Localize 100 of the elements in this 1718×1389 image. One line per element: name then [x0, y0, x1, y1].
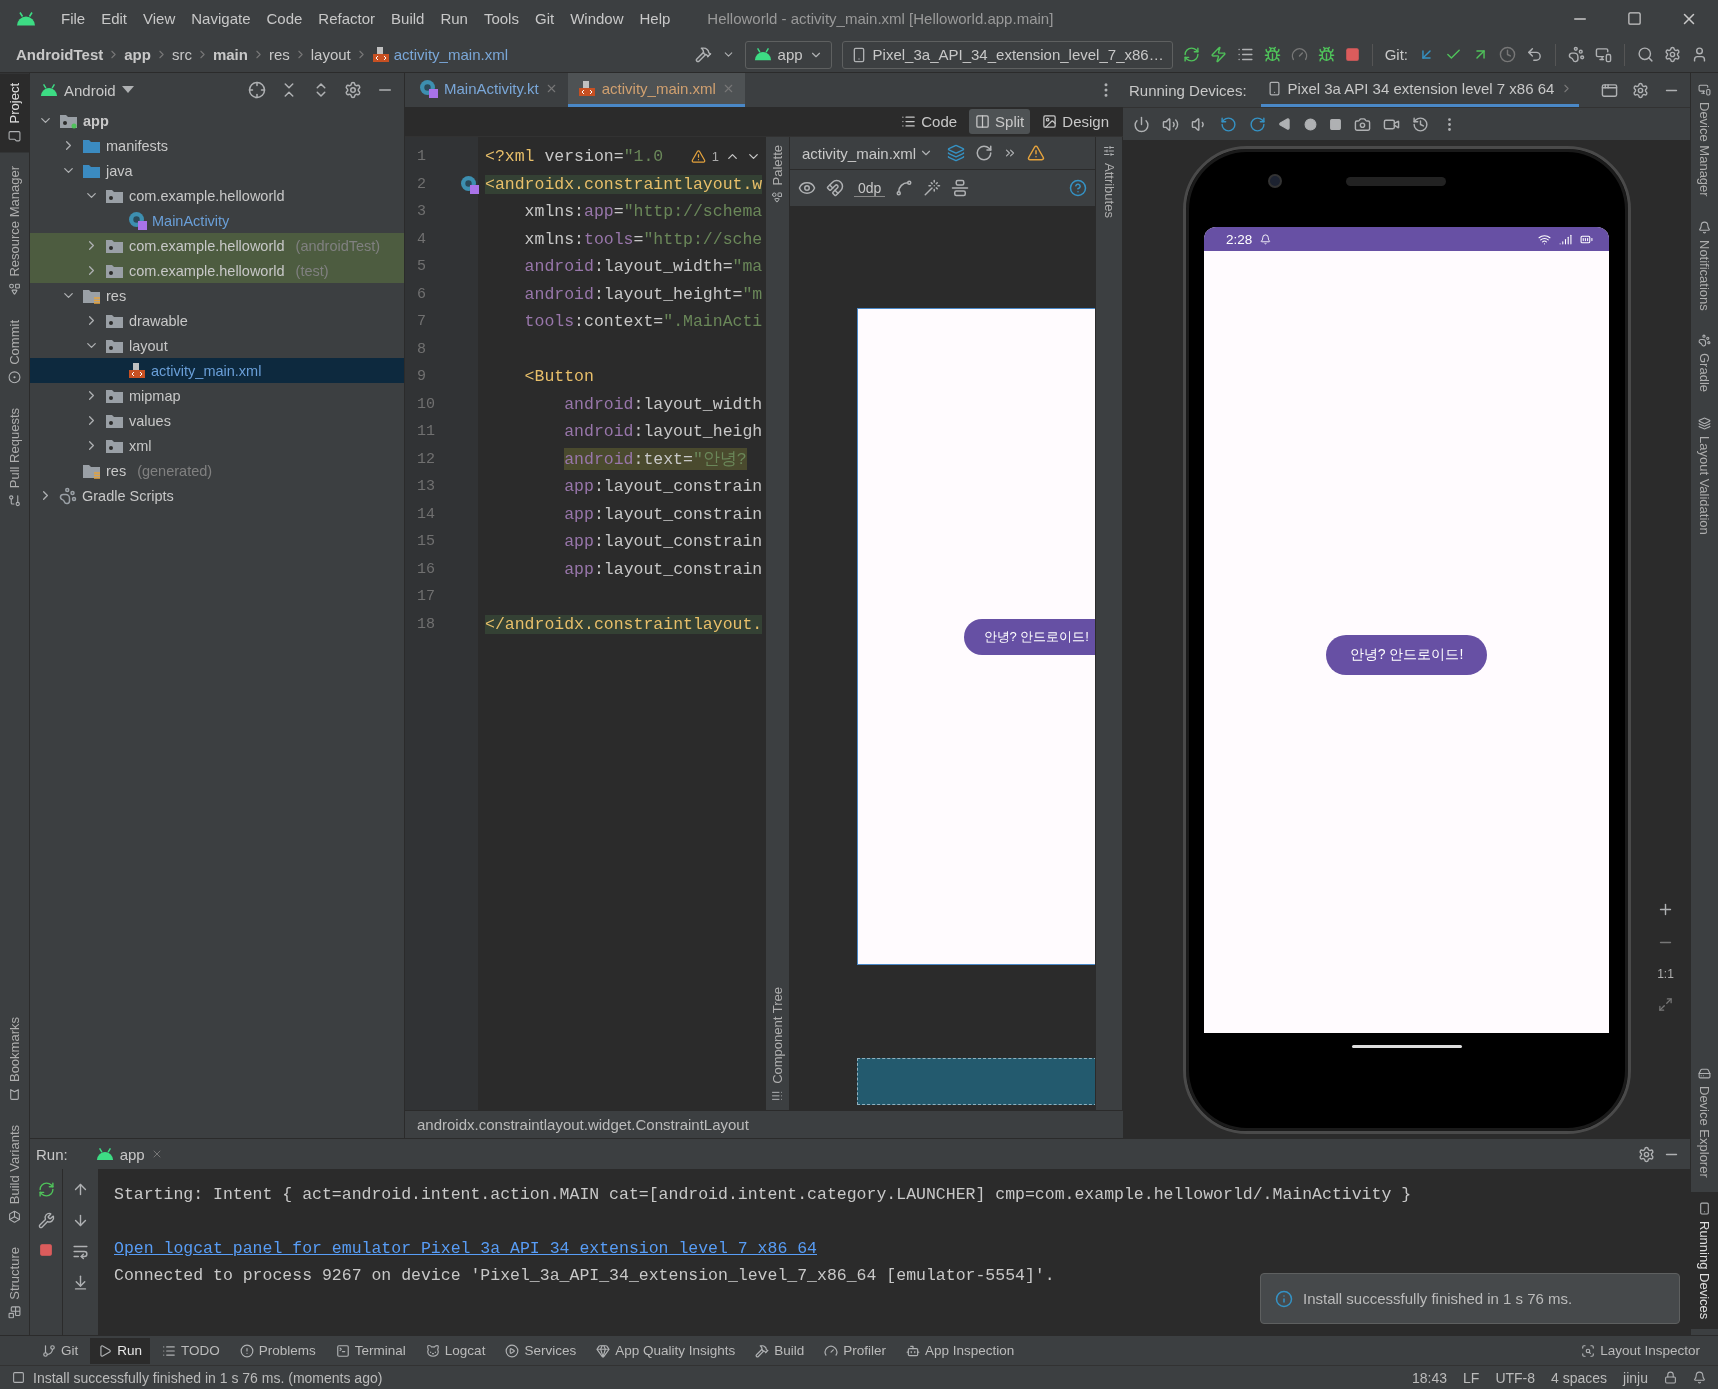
- settings-icon[interactable]: [1632, 81, 1649, 99]
- project-view-dropdown[interactable]: Android: [40, 81, 134, 99]
- settings-icon[interactable]: [1638, 1145, 1655, 1163]
- menu-item[interactable]: Help: [632, 8, 678, 29]
- view-mode-button[interactable]: Design: [1036, 109, 1115, 134]
- zoom-in-icon[interactable]: [1657, 901, 1674, 918]
- device-icon[interactable]: [1595, 46, 1612, 63]
- menu-item[interactable]: File: [54, 8, 93, 29]
- breadcrumb-item[interactable]: app: [124, 46, 151, 63]
- status-item[interactable]: UTF-8: [1495, 1369, 1536, 1386]
- tool-window-button[interactable]: Git: [34, 1337, 87, 1364]
- editor-tab[interactable]: activity_main.xml: [567, 73, 745, 107]
- tree-item[interactable]: com.example.helloworld (androidTest): [30, 233, 404, 258]
- tool-window-tab[interactable]: Commit: [0, 310, 29, 394]
- rotate-left-icon[interactable]: [1220, 115, 1237, 133]
- menu-item[interactable]: Run: [433, 8, 475, 29]
- fit-screen-icon[interactable]: [1658, 997, 1673, 1012]
- tool-window-tab[interactable]: Project: [0, 73, 29, 153]
- attach-debugger-icon[interactable]: [1317, 46, 1335, 63]
- app-button[interactable]: 안녕? 안드로이드!: [1325, 635, 1488, 675]
- tool-window-tab[interactable]: Running Devices: [1691, 1191, 1718, 1329]
- breadcrumb-item[interactable]: activity_main.xml: [393, 46, 508, 63]
- window-icon[interactable]: [1601, 81, 1618, 99]
- breadcrumb-item[interactable]: res: [268, 46, 290, 63]
- menu-item[interactable]: Navigate: [184, 8, 258, 29]
- tool-window-button[interactable]: Build: [747, 1337, 813, 1364]
- tool-window-tab[interactable]: Device Explorer: [1691, 1056, 1718, 1188]
- snapshot-icon[interactable]: [1412, 115, 1429, 133]
- home-icon[interactable]: [1304, 117, 1317, 131]
- tree-item[interactable]: manifests: [30, 133, 404, 158]
- tree-item[interactable]: mipmap: [30, 383, 404, 408]
- scroll-to-end-icon[interactable]: [72, 1274, 89, 1291]
- locate-icon[interactable]: [248, 81, 266, 99]
- breadcrumb-item[interactable]: src: [171, 46, 192, 63]
- maximize-icon[interactable]: [1627, 11, 1642, 26]
- menu-item[interactable]: Git: [527, 8, 562, 29]
- breadcrumb-item[interactable]: AndroidTest: [16, 46, 104, 63]
- tree-item[interactable]: res (generated): [30, 458, 404, 483]
- hammer-icon[interactable]: [694, 46, 712, 63]
- tool-window-button[interactable]: Services: [497, 1337, 585, 1364]
- tool-window-button[interactable]: Logcat: [417, 1337, 494, 1364]
- status-item[interactable]: 4 spaces: [1551, 1369, 1608, 1386]
- menu-item[interactable]: Edit: [94, 8, 135, 29]
- up-icon[interactable]: [72, 1181, 89, 1198]
- tool-window-button[interactable]: App Quality Insights: [588, 1337, 744, 1364]
- tree-item[interactable]: res: [30, 283, 404, 308]
- soft-wrap-icon[interactable]: [72, 1243, 89, 1260]
- rotate-right-icon[interactable]: [1249, 115, 1266, 133]
- editor-tab[interactable]: MainActivity.kt: [409, 73, 568, 107]
- tool-window-tab[interactable]: Notifications: [1691, 210, 1718, 321]
- tool-window-tab[interactable]: Gradle: [1691, 324, 1718, 403]
- stop-icon[interactable]: [39, 1243, 53, 1257]
- tree-item[interactable]: Gradle Scripts: [30, 483, 404, 508]
- screenshot-icon[interactable]: [1354, 115, 1371, 133]
- status-item[interactable]: LF: [1463, 1369, 1480, 1386]
- view-mode-button[interactable]: Code: [895, 109, 964, 134]
- device-dropdown[interactable]: Pixel_3a_API_34_extension_level_7_x86…: [841, 40, 1173, 69]
- attributes-tab[interactable]: Attributes: [1101, 145, 1117, 218]
- wand-icon[interactable]: [923, 179, 942, 197]
- tool-window-button[interactable]: Run: [90, 1337, 151, 1364]
- tool-window-button[interactable]: Profiler: [816, 1337, 895, 1364]
- align-icon[interactable]: [951, 179, 970, 197]
- rerun-icon[interactable]: [1182, 46, 1200, 63]
- run-configuration-dropdown[interactable]: app: [744, 40, 832, 69]
- volume-up-icon[interactable]: [1162, 115, 1179, 133]
- rotate-icon[interactable]: [975, 144, 994, 162]
- breadcrumb-item[interactable]: layout: [310, 46, 351, 63]
- default-margin-field[interactable]: 0dp: [854, 179, 886, 197]
- tool-window-tab[interactable]: Pull Requests: [0, 397, 29, 518]
- tool-window-tab[interactable]: Layout Validation: [1691, 406, 1718, 545]
- lock-icon[interactable]: [1664, 1371, 1677, 1384]
- rerun-icon[interactable]: [37, 1181, 55, 1198]
- search-icon[interactable]: [1637, 46, 1654, 63]
- apply-changes-icon[interactable]: [1209, 46, 1227, 63]
- wrench-icon[interactable]: [37, 1212, 55, 1229]
- tree-item[interactable]: values: [30, 408, 404, 433]
- tool-window-button[interactable]: TODO: [154, 1337, 228, 1364]
- status-item[interactable]: 18:43: [1412, 1369, 1448, 1386]
- menu-item[interactable]: Window: [563, 8, 631, 29]
- tool-window-button[interactable]: App Inspection: [898, 1337, 1023, 1364]
- preview-button[interactable]: 안녕? 안드로이드!: [963, 618, 1095, 655]
- help-icon[interactable]: [1069, 179, 1087, 197]
- layers-icon[interactable]: [947, 144, 966, 162]
- user-icon[interactable]: [1691, 46, 1708, 63]
- tool-window-button[interactable]: Layout Inspector: [1573, 1337, 1708, 1364]
- view-mode-button[interactable]: Split: [969, 109, 1031, 134]
- list-icon[interactable]: [1236, 46, 1254, 63]
- panel-toggle-icon[interactable]: [12, 1371, 25, 1384]
- tool-window-tab[interactable]: Resource Manager: [0, 156, 29, 307]
- tool-window-tab[interactable]: Device Manager: [1691, 73, 1718, 207]
- stop-icon[interactable]: [1344, 47, 1360, 62]
- rollback-icon[interactable]: [1526, 46, 1543, 63]
- tool-window-button[interactable]: Terminal: [327, 1337, 414, 1364]
- overview-icon[interactable]: [1329, 117, 1342, 131]
- menu-item[interactable]: Refactor: [311, 8, 383, 29]
- tree-item[interactable]: MainActivity: [30, 208, 404, 233]
- power-icon[interactable]: [1133, 115, 1150, 133]
- tool-window-tab[interactable]: Structure: [0, 1237, 29, 1329]
- eye-icon[interactable]: [798, 179, 816, 197]
- tree-item[interactable]: layout: [30, 333, 404, 358]
